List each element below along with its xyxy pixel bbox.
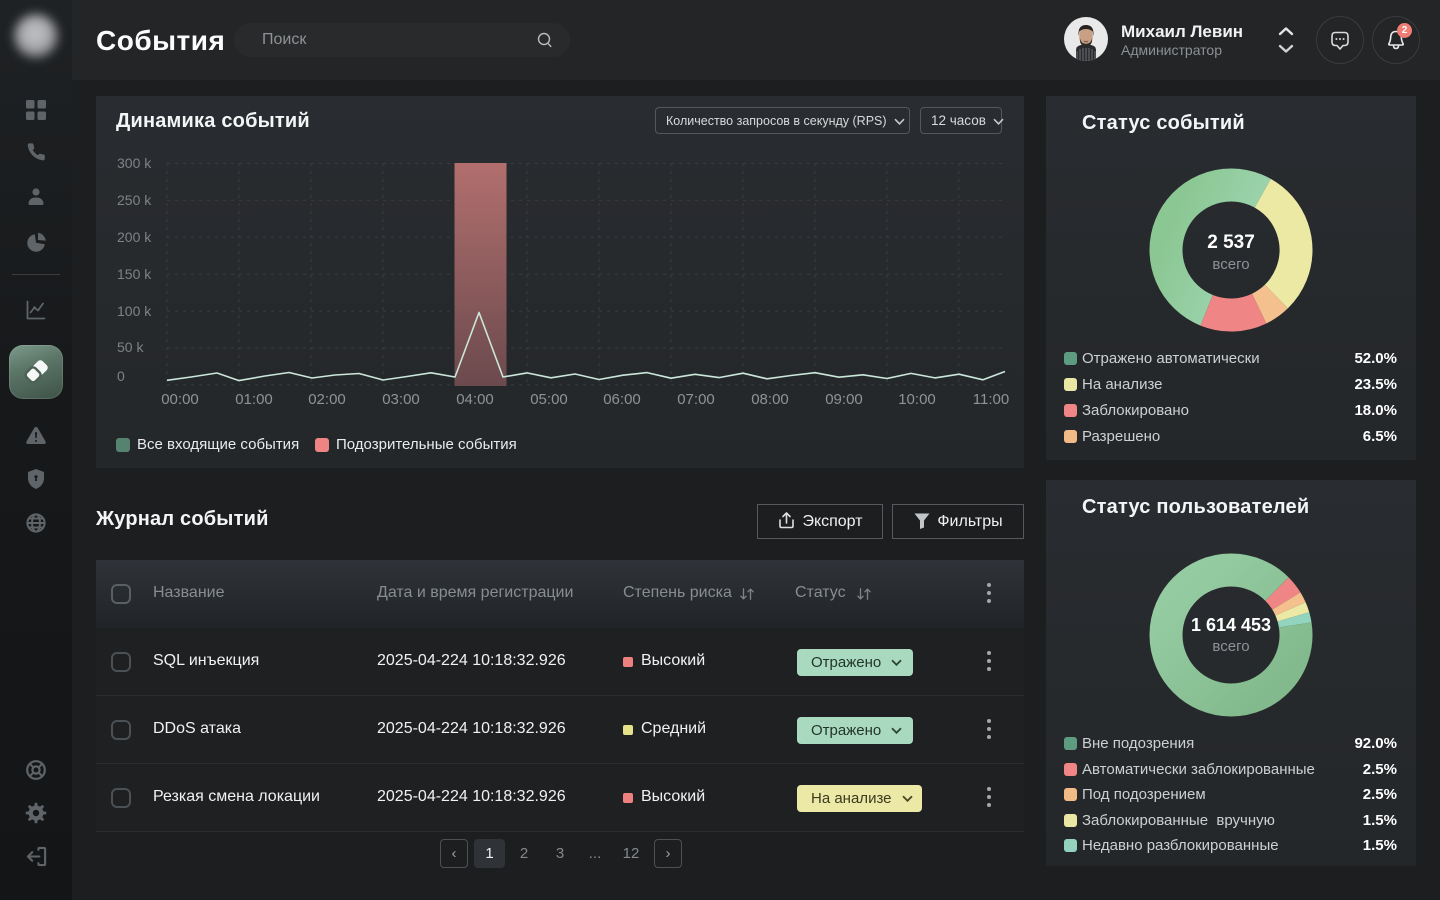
svg-text:07:00: 07:00 [677, 391, 715, 408]
svg-text:50 k: 50 k [117, 339, 144, 355]
svg-text:10:00: 10:00 [898, 391, 936, 408]
svg-text:02:00: 02:00 [308, 391, 346, 408]
svg-text:11:00: 11:00 [973, 391, 1009, 408]
svg-text:05:00: 05:00 [530, 391, 568, 408]
svg-text:200 k: 200 k [117, 229, 152, 245]
svg-text:250 k: 250 k [117, 192, 152, 208]
svg-text:00:00: 00:00 [161, 391, 199, 408]
svg-text:0: 0 [117, 368, 125, 384]
svg-text:100 k: 100 k [117, 303, 152, 319]
svg-text:04:00: 04:00 [456, 391, 494, 408]
svg-text:Подозрительные события: Подозрительные события [336, 436, 517, 453]
svg-text:08:00: 08:00 [751, 391, 789, 408]
svg-text:06:00: 06:00 [603, 391, 641, 408]
svg-text:150 k: 150 k [117, 266, 152, 282]
svg-text:03:00: 03:00 [382, 391, 420, 408]
svg-text:09:00: 09:00 [825, 391, 863, 408]
svg-text:300 k: 300 k [117, 155, 152, 171]
svg-text:01:00: 01:00 [235, 391, 273, 408]
svg-text:Все входящие события: Все входящие события [137, 436, 299, 453]
